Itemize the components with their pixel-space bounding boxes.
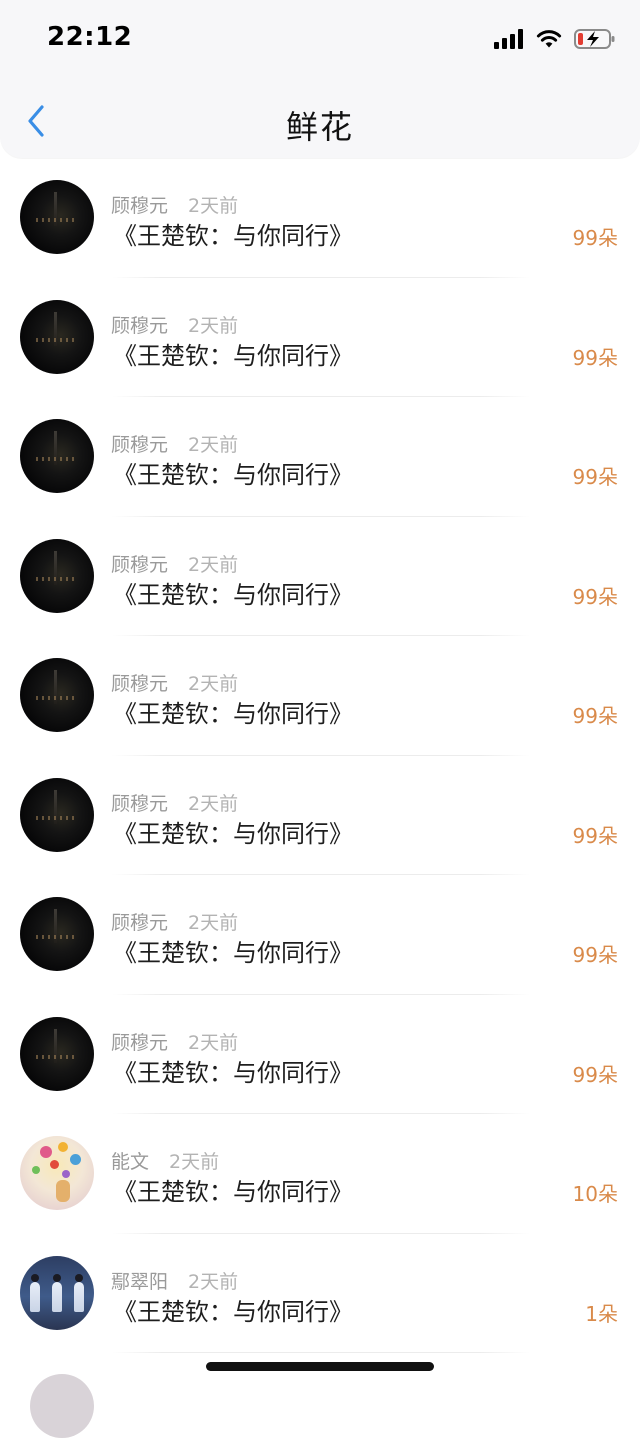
list-item[interactable]: 能文 2天前 《王楚钦：与你同行》 10朵 (0, 1114, 640, 1234)
avatar[interactable] (20, 538, 94, 613)
stage-figure (30, 1281, 40, 1312)
list-item[interactable]: 顾穆元 2天前 《王楚钦：与你同行》 99朵 (0, 397, 640, 517)
work-title: 《王楚钦：与你同行》 (113, 461, 353, 489)
avatar[interactable] (20, 1016, 94, 1091)
avatar[interactable] (20, 419, 94, 493)
work-title: 《王楚钦：与你同行》 (113, 700, 353, 728)
avatar[interactable] (20, 1255, 94, 1330)
list-item[interactable]: 顾穆元 2天前 《王楚钦：与你同行》 99朵 (0, 875, 640, 995)
user-name[interactable]: 鄢翠阳 (111, 1271, 168, 1293)
figure-head (75, 1273, 83, 1282)
work-title: 《王楚钦：与你同行》 (113, 1297, 353, 1326)
user-name[interactable]: 顾穆元 (111, 554, 168, 576)
user-name[interactable]: 顾穆元 (111, 1032, 168, 1054)
timestamp: 2天前 (169, 1151, 220, 1173)
flower-amount: 99朵 (572, 465, 618, 489)
status-icons (494, 28, 616, 54)
user-name[interactable]: 顾穆元 (111, 673, 168, 695)
flower-decoration (62, 1170, 70, 1178)
flower-decoration (70, 1154, 81, 1165)
flower-decoration (50, 1160, 59, 1169)
user-name[interactable]: 顾穆元 (111, 793, 168, 815)
divider (112, 1352, 530, 1353)
user-name[interactable]: 能文 (111, 1151, 149, 1173)
timestamp: 2天前 (188, 673, 239, 695)
signal-icon (494, 29, 524, 53)
flower-decoration (40, 1146, 52, 1158)
flower-amount: 99朵 (572, 1062, 618, 1087)
work-title: 《王楚钦：与你同行》 (113, 222, 353, 250)
avatar[interactable] (20, 1136, 94, 1210)
stage-figure (74, 1281, 84, 1312)
avatar[interactable] (30, 1374, 94, 1438)
list-item[interactable]: 顾穆元 2天前 《王楚钦：与你同行》 99朵 (0, 278, 640, 397)
avatar[interactable] (20, 658, 94, 732)
wifi-icon (536, 29, 562, 53)
flower-decoration (56, 1180, 70, 1202)
list-item[interactable]: 鄢翠阳 2天前 《王楚钦：与你同行》 1朵 (0, 1234, 640, 1353)
list-item[interactable]: 顾穆元 2天前 《王楚钦：与你同行》 99朵 (0, 995, 640, 1114)
user-name[interactable]: 顾穆元 (111, 195, 168, 217)
work-title: 《王楚钦：与你同行》 (113, 939, 353, 967)
stage-figure (52, 1281, 62, 1312)
battery-charging-icon (574, 28, 616, 54)
flower-amount: 99朵 (572, 584, 618, 609)
timestamp: 2天前 (188, 434, 239, 456)
gift-list: 顾穆元 2天前 《王楚钦：与你同行》 99朵 顾穆元 2天前 《王楚钦：与你同行》 … (0, 158, 640, 1353)
timestamp: 2天前 (188, 314, 239, 337)
flower-amount: 99朵 (572, 226, 618, 250)
status-bar: 22:12 (0, 0, 640, 80)
flower-amount: 99朵 (572, 823, 618, 848)
timestamp: 2天前 (188, 792, 239, 815)
avatar[interactable] (20, 897, 94, 971)
list-item[interactable]: 顾穆元 2天前 《王楚钦：与你同行》 99朵 (0, 517, 640, 636)
list-item[interactable]: 顾穆元 2天前 《王楚钦：与你同行》 99朵 (0, 158, 640, 278)
work-title: 《王楚钦：与你同行》 (113, 1058, 353, 1087)
work-title: 《王楚钦：与你同行》 (113, 819, 353, 848)
timestamp: 2天前 (188, 195, 239, 217)
status-time: 22:12 (47, 22, 133, 52)
timestamp: 2天前 (188, 912, 239, 934)
flower-decoration (58, 1142, 68, 1152)
avatar[interactable] (20, 777, 94, 852)
flower-amount: 99朵 (572, 943, 618, 967)
header: 22:12 鲜花 (0, 0, 640, 158)
home-indicator[interactable] (206, 1362, 434, 1371)
work-title: 《王楚钦：与你同行》 (113, 1178, 353, 1206)
figure-head (53, 1273, 61, 1282)
flower-amount: 99朵 (572, 345, 618, 370)
list-item[interactable]: 顾穆元 2天前 《王楚钦：与你同行》 99朵 (0, 756, 640, 875)
avatar[interactable] (20, 299, 94, 374)
user-name[interactable]: 顾穆元 (111, 434, 168, 456)
timestamp: 2天前 (188, 553, 239, 576)
user-name[interactable]: 顾穆元 (111, 315, 168, 337)
list-item[interactable]: 顾穆元 2天前 《王楚钦：与你同行》 99朵 (0, 636, 640, 756)
flower-amount: 10朵 (572, 1182, 618, 1206)
avatar[interactable] (20, 180, 94, 254)
timestamp: 2天前 (188, 1031, 239, 1054)
page-title: 鲜花 (285, 108, 354, 146)
work-title: 《王楚钦：与你同行》 (113, 580, 353, 609)
nav-bar: 鲜花 (0, 88, 640, 158)
user-name[interactable]: 顾穆元 (111, 912, 168, 934)
work-title: 《王楚钦：与你同行》 (113, 341, 353, 370)
flower-decoration (32, 1166, 40, 1174)
flower-amount: 1朵 (585, 1301, 618, 1326)
timestamp: 2天前 (188, 1270, 239, 1293)
flower-amount: 99朵 (572, 704, 618, 728)
figure-head (31, 1273, 39, 1282)
